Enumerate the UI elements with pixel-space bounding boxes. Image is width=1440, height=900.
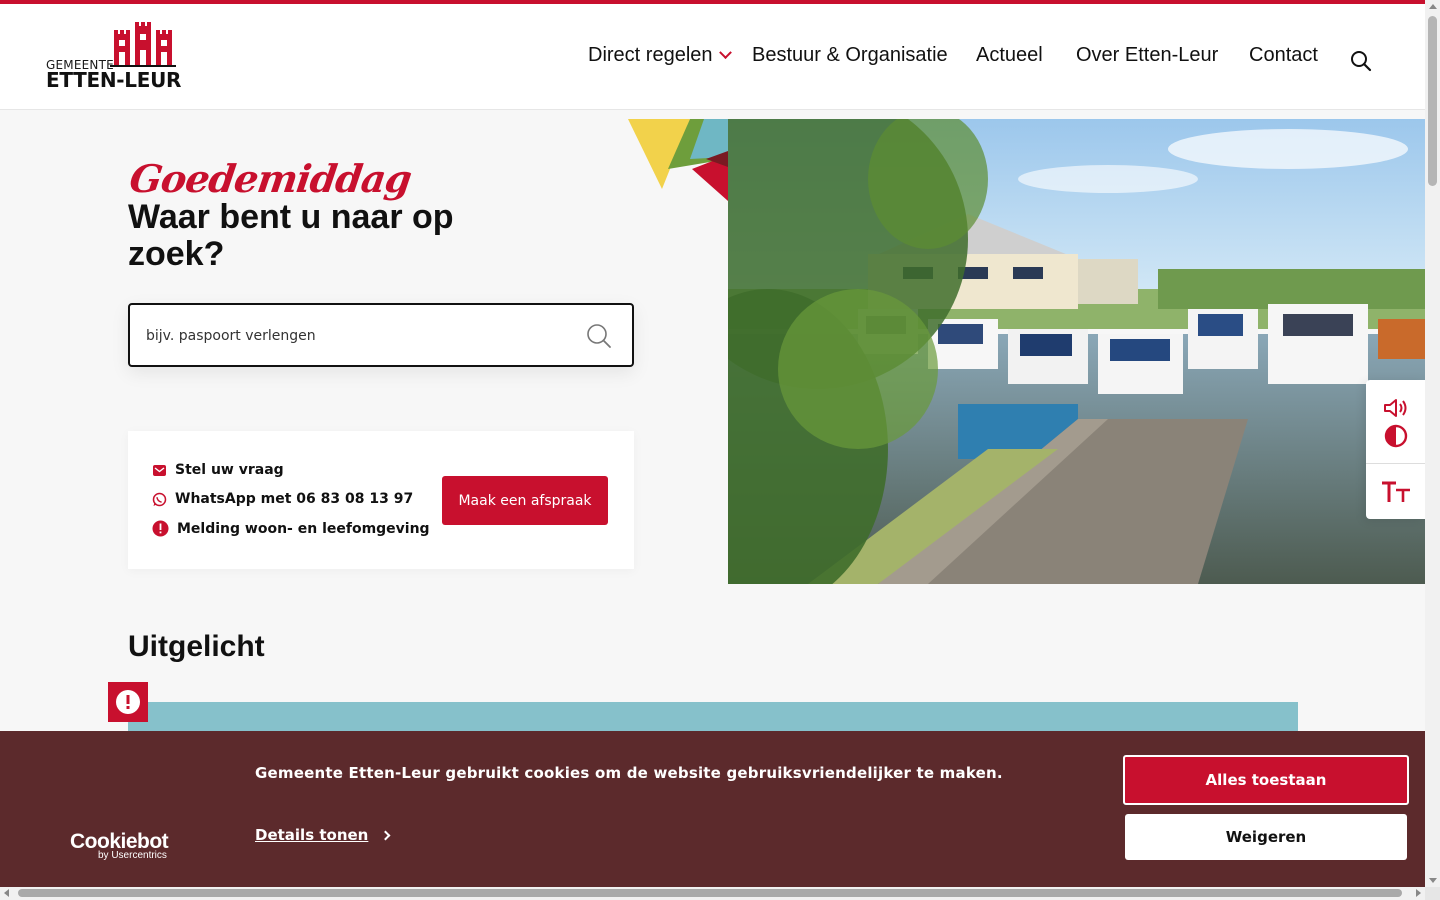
- contrast-icon[interactable]: [1366, 422, 1425, 450]
- horizontal-scrollbar[interactable]: [0, 887, 1425, 900]
- cookie-banner: Cookiebot by Usercentrics Gemeente Etten…: [0, 731, 1425, 887]
- page-title: Waar bent u naar op zoek?: [128, 198, 454, 273]
- vertical-scrollbar[interactable]: [1425, 0, 1440, 887]
- search-input[interactable]: [146, 323, 566, 349]
- contact-whatsapp[interactable]: WhatsApp met 06 83 08 13 97: [152, 491, 413, 507]
- nav-direct-regelen[interactable]: Direct regelen: [588, 44, 732, 67]
- whatsapp-icon: [152, 492, 167, 507]
- nav-label: Direct regelen: [588, 44, 713, 66]
- alert-icon[interactable]: [108, 682, 148, 722]
- featured-heading: Uitgelicht: [128, 630, 265, 663]
- contact-card: Stel uw vraag WhatsApp met 06 83 08 13 9…: [128, 431, 634, 569]
- greeting-text: Goedemiddag: [126, 156, 414, 201]
- nav-contact[interactable]: Contact: [1249, 44, 1318, 67]
- castle-logo-icon: [110, 22, 176, 67]
- municipality-logo[interactable]: GEMEENTE ETTEN-LEUR: [46, 22, 186, 92]
- search-icon[interactable]: [1350, 50, 1372, 72]
- cookie-message: Gemeente Etten-Leur gebruikt cookies om …: [255, 764, 1003, 782]
- allow-all-button[interactable]: Alles toestaan: [1123, 755, 1409, 805]
- toolbar-divider: [1366, 463, 1425, 464]
- hero-image-marina: [728, 119, 1425, 584]
- scrollbar-corner: [1425, 887, 1440, 900]
- site-header: GEMEENTE ETTEN-LEUR Direct regelen Bestu…: [0, 4, 1425, 110]
- scrollbar-thumb[interactable]: [18, 889, 1402, 897]
- alert-icon: [152, 520, 169, 537]
- scroll-left-icon[interactable]: [4, 889, 9, 897]
- show-details-link[interactable]: Details tonen: [255, 826, 391, 844]
- contact-label: Melding woon- en leefomgeving: [177, 520, 430, 537]
- text-size-icon[interactable]: [1366, 478, 1425, 506]
- scroll-down-icon[interactable]: [1429, 878, 1437, 883]
- contact-report-issue[interactable]: Melding woon- en leefomgeving: [152, 520, 430, 537]
- search-submit-icon[interactable]: [586, 323, 612, 349]
- nav-over-etten-leur[interactable]: Over Etten-Leur: [1076, 44, 1218, 67]
- scroll-up-icon[interactable]: [1429, 4, 1437, 9]
- accessibility-toolbar: [1366, 380, 1425, 519]
- scrollbar-thumb[interactable]: [1428, 16, 1437, 186]
- make-appointment-button[interactable]: Maak een afspraak: [442, 476, 608, 525]
- scroll-right-icon[interactable]: [1416, 889, 1421, 897]
- search-field: [128, 303, 634, 367]
- details-label: Details tonen: [255, 826, 369, 844]
- logo-text-main: ETTEN-LEUR: [46, 68, 182, 92]
- decorative-triangles: [628, 119, 728, 201]
- cookiebot-brand-sub: by Usercentrics: [98, 850, 167, 861]
- nav-actueel[interactable]: Actueel: [976, 44, 1043, 67]
- chevron-down-icon: [718, 46, 732, 60]
- contact-ask-question[interactable]: Stel uw vraag: [152, 462, 284, 478]
- contact-label: WhatsApp met 06 83 08 13 97: [175, 491, 414, 507]
- speaker-icon[interactable]: [1366, 394, 1425, 422]
- mail-icon: [152, 463, 167, 478]
- nav-bestuur-organisatie[interactable]: Bestuur & Organisatie: [752, 44, 948, 67]
- chevron-right-icon: [380, 830, 391, 840]
- refuse-button[interactable]: Weigeren: [1125, 814, 1407, 860]
- cookiebot-logo: Cookiebot by Usercentrics: [70, 830, 169, 861]
- contact-label: Stel uw vraag: [175, 462, 284, 478]
